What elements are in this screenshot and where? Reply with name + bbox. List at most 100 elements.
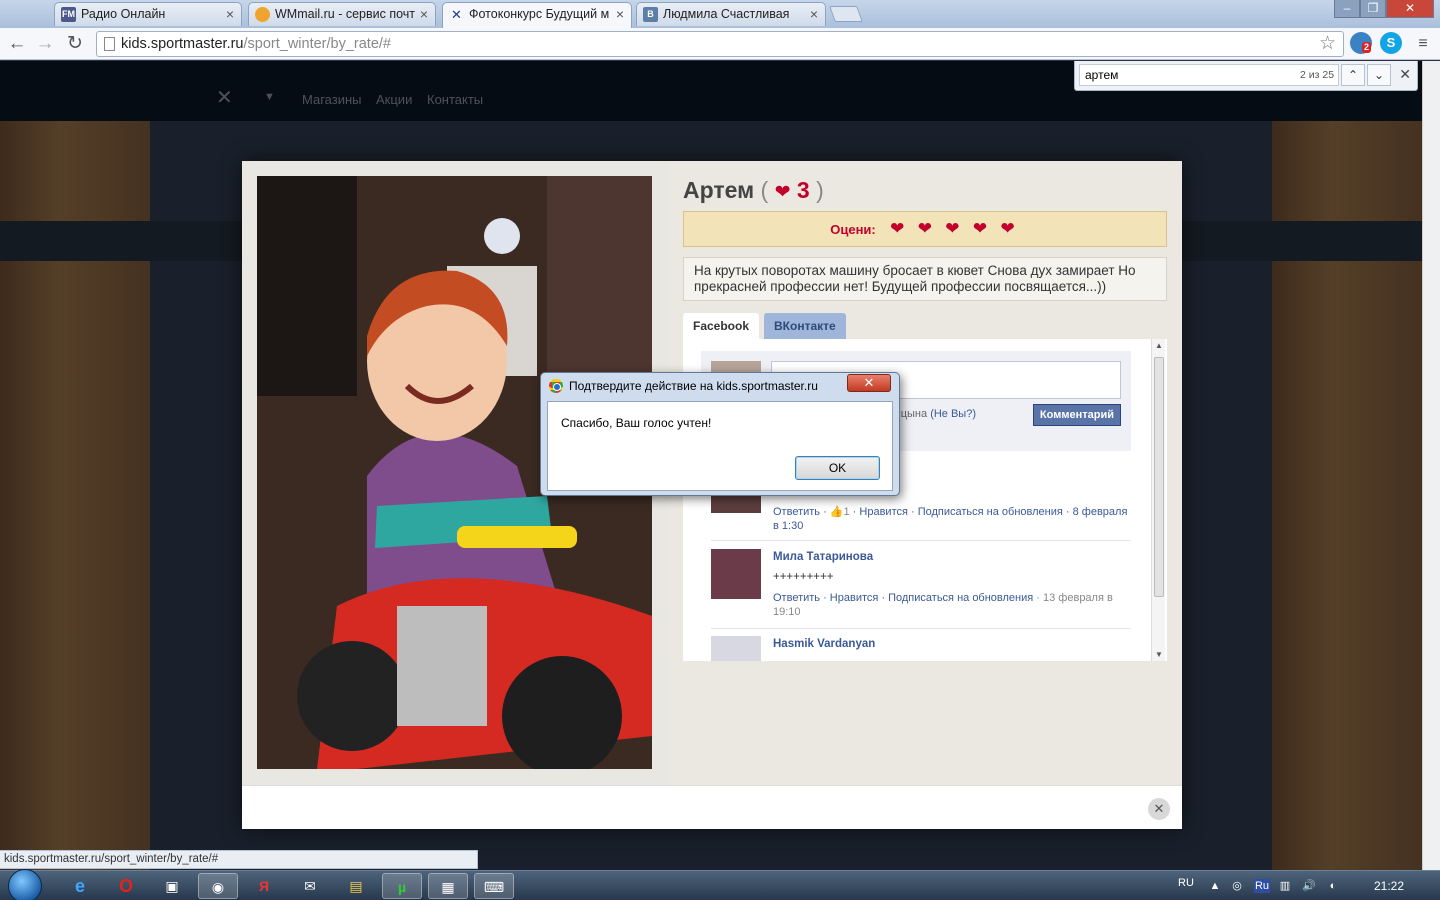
tab-title: WMmail.ru - сервис почт <box>275 7 416 21</box>
keyboard-layout-icon[interactable]: Ru <box>1254 879 1270 893</box>
comment-meta: Ответить · Нравится · Подписаться на обн… <box>773 591 1133 619</box>
dialog-message: Спасибо, Ваш голос учтен! <box>561 416 712 430</box>
tab-title: Людмила Счастливая <box>663 7 790 21</box>
back-button[interactable]: ← <box>4 31 30 57</box>
close-tab-icon[interactable]: × <box>810 3 818 25</box>
opera-icon[interactable]: O <box>106 873 146 899</box>
fm-icon: FM <box>61 7 76 22</box>
dialog-title: Подтвердите действие на kids.sportmaster… <box>569 379 818 393</box>
close-tab-icon[interactable]: × <box>226 3 234 25</box>
rate-heart-3-icon[interactable]: ❤ <box>945 219 959 238</box>
utorrent-icon[interactable]: µ <box>382 873 422 899</box>
comment-actions[interactable]: Ответить · Нравится · Подписаться на обн… <box>773 592 1033 604</box>
reply-link[interactable]: Ответить · <box>773 506 830 518</box>
show-hidden-icons-icon[interactable]: ▲ <box>1208 879 1222 893</box>
tab-strip: FM Радио Онлайн × WMmail.ru - сервис поч… <box>0 0 1440 28</box>
keyboard-icon[interactable]: ⌨ <box>474 873 514 899</box>
chrome-taskbar-icon[interactable]: ◉ <box>198 873 238 899</box>
mail-icon[interactable]: ✉ <box>290 873 330 899</box>
window-close-button[interactable]: ✕ <box>1386 0 1434 18</box>
comment-author[interactable]: Hasmik Vardanyan <box>773 638 875 650</box>
reload-button[interactable]: ↻ <box>62 31 88 57</box>
find-bar: 2 из 25 ⌃ ⌄ ✕ <box>1074 61 1418 91</box>
address-bar[interactable]: kids.sportmaster.ru/sport_winter/by_rate… <box>96 31 1344 57</box>
skype-tray-icon[interactable]: ◐ <box>1326 879 1340 893</box>
extension-badge: 2 <box>1362 42 1372 53</box>
comment-text: +++++++++ <box>773 571 834 583</box>
scrollbar-thumb[interactable] <box>1154 357 1164 597</box>
tab-wmmail[interactable]: WMmail.ru - сервис почт × <box>248 2 436 26</box>
contestant-name: Артем <box>683 177 755 203</box>
find-next-button[interactable]: ⌄ <box>1367 64 1391 86</box>
comment-item: Hasmik Vardanyan <box>711 636 1131 661</box>
tab-facebook[interactable]: Facebook <box>683 313 760 339</box>
folder-icon[interactable]: ▤ <box>336 873 376 899</box>
avatar <box>711 636 761 661</box>
heart-icon: ❤ <box>774 182 791 203</box>
rate-heart-2-icon[interactable]: ❤ <box>918 219 932 238</box>
modal-footer: ✕ <box>242 785 1182 829</box>
comments-scrollbar[interactable]: ▲ ▼ <box>1151 339 1165 661</box>
minimize-button[interactable]: – <box>1334 0 1360 18</box>
not-you-link[interactable]: (Не Вы?) <box>930 408 976 420</box>
vk-icon: В <box>643 7 658 22</box>
taskbar: e O ▣ ◉ Я ✉ ▤ µ ▦ ⌨ RU ▲ ◎ Ru ▥ 🔊 ◐ 21:2… <box>0 869 1440 900</box>
network-icon[interactable]: ▥ <box>1278 879 1292 893</box>
tab-title: Радио Онлайн <box>81 7 166 21</box>
rate-heart-1-icon[interactable]: ❤ <box>890 219 904 238</box>
extension-icon[interactable]: 2 <box>1350 32 1372 54</box>
skype-icon[interactable]: S <box>1380 32 1402 54</box>
modal-close-icon[interactable]: ✕ <box>1148 798 1170 820</box>
find-prev-button[interactable]: ⌃ <box>1341 64 1365 86</box>
scroll-up-icon[interactable]: ▲ <box>1152 341 1166 350</box>
notes-icon[interactable]: ▦ <box>428 873 468 899</box>
rate-heart-5-icon[interactable]: ❤ <box>1000 219 1014 238</box>
wmmail-icon <box>255 7 270 22</box>
url-text: kids.sportmaster.ru/sport_winter/by_rate… <box>121 36 391 52</box>
dialog-close-button[interactable]: ✕ <box>847 374 891 392</box>
status-bubble: kids.sportmaster.ru/sport_winter/by_rate… <box>0 850 478 869</box>
rate-heart-4-icon[interactable]: ❤ <box>973 219 987 238</box>
tab-title: Фотоконкурс Будущий м <box>469 7 610 21</box>
comment-meta: Ответить · 👍1 · Нравится · Подписаться н… <box>773 505 1133 533</box>
ie-icon[interactable]: e <box>60 873 100 899</box>
like-icon: 👍 <box>829 506 844 518</box>
dialog-titlebar: Подтвердите действие на kids.sportmaster… <box>541 373 899 399</box>
avatar <box>711 549 761 599</box>
bookmark-star-icon[interactable]: ☆ <box>1319 32 1336 55</box>
find-count: 2 из 25 <box>1300 69 1335 81</box>
confirm-dialog: Подтвердите действие на kids.sportmaster… <box>540 372 900 496</box>
tab-vkontakte[interactable]: ВКонтакте <box>764 313 846 339</box>
close-tab-icon[interactable]: × <box>420 3 428 25</box>
page-scrollbar[interactable] <box>1422 61 1440 870</box>
menu-icon[interactable]: ≡ <box>1410 31 1436 57</box>
dialog-body: Спасибо, Ваш голос учтен! OK <box>547 401 893 491</box>
browser-toolbar: ← → ↻ kids.sportmaster.ru/sport_winter/b… <box>0 28 1440 60</box>
language-indicator[interactable]: RU <box>1178 877 1194 889</box>
find-close-icon[interactable]: ✕ <box>1399 66 1411 83</box>
start-button[interactable] <box>8 869 42 900</box>
page-icon <box>104 37 115 51</box>
sportmaster-icon: ✕ <box>451 7 462 22</box>
rating-bar: Оцени: ❤ ❤ ❤ ❤ ❤ <box>683 211 1167 247</box>
clock[interactable]: 21:22 <box>1374 879 1404 893</box>
ok-button[interactable]: OK <box>795 456 880 480</box>
save-disk-icon[interactable]: ▣ <box>152 873 192 899</box>
contestant-heading: Артем ( ❤ 3 ) <box>683 177 824 203</box>
volume-icon[interactable]: 🔊 <box>1302 879 1316 893</box>
scroll-down-icon[interactable]: ▼ <box>1152 650 1166 659</box>
network-monitor-icon[interactable]: ◎ <box>1230 879 1244 893</box>
photo-description: На крутых поворотах машину бросает в кюв… <box>683 257 1167 301</box>
tab-radio[interactable]: FM Радио Онлайн × <box>54 2 242 26</box>
comment-button[interactable]: Комментарий <box>1032 404 1121 426</box>
tab-photocontest[interactable]: ✕ Фотоконкурс Будущий м × <box>442 2 632 28</box>
yandex-icon[interactable]: Я <box>244 873 284 899</box>
forward-button[interactable]: → <box>32 31 58 57</box>
maximize-button[interactable]: ❐ <box>1360 0 1386 18</box>
tab-vk-profile[interactable]: В Людмила Счастливая × <box>636 2 826 26</box>
rate-label: Оцени: <box>830 222 876 237</box>
vote-count: 3 <box>796 177 810 203</box>
close-tab-icon[interactable]: × <box>616 3 624 25</box>
new-tab-button[interactable] <box>829 6 863 22</box>
comment-author[interactable]: Мила Татаринова <box>773 551 873 563</box>
